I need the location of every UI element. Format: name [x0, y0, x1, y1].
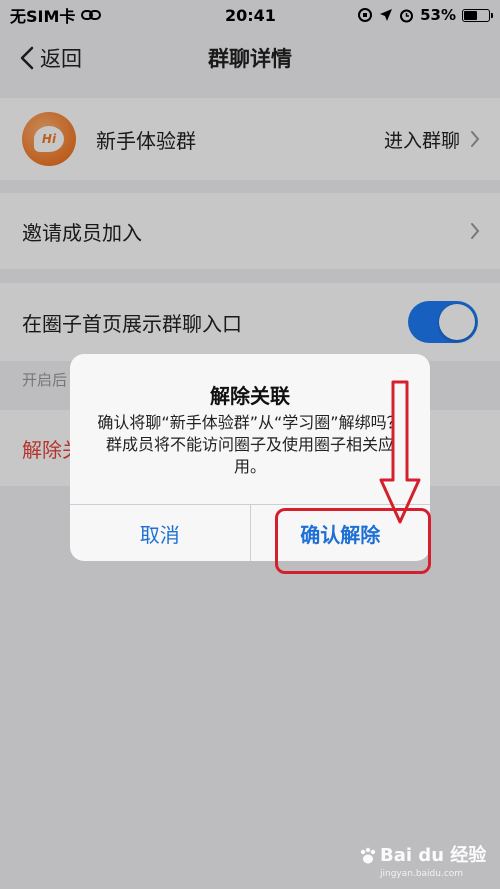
baidu-watermark: Bai du 经验 jingyan.baidu.com — [358, 846, 486, 882]
dialog-message: 确认将聊“新手体验群”从“学习圈”解绑吗？群成员将不能访问圈子及使用圈子相关应用… — [97, 413, 403, 476]
watermark-site: jingyan.baidu.com — [380, 869, 464, 879]
annotation-highlight-box — [275, 508, 431, 574]
dialog-title: 解除关联 — [210, 384, 290, 408]
watermark-brand: Bai du 经验 — [380, 845, 487, 866]
annotation-arrow-icon — [379, 380, 421, 524]
cancel-button[interactable]: 取消 — [70, 505, 250, 561]
paw-logo-icon — [360, 847, 376, 864]
